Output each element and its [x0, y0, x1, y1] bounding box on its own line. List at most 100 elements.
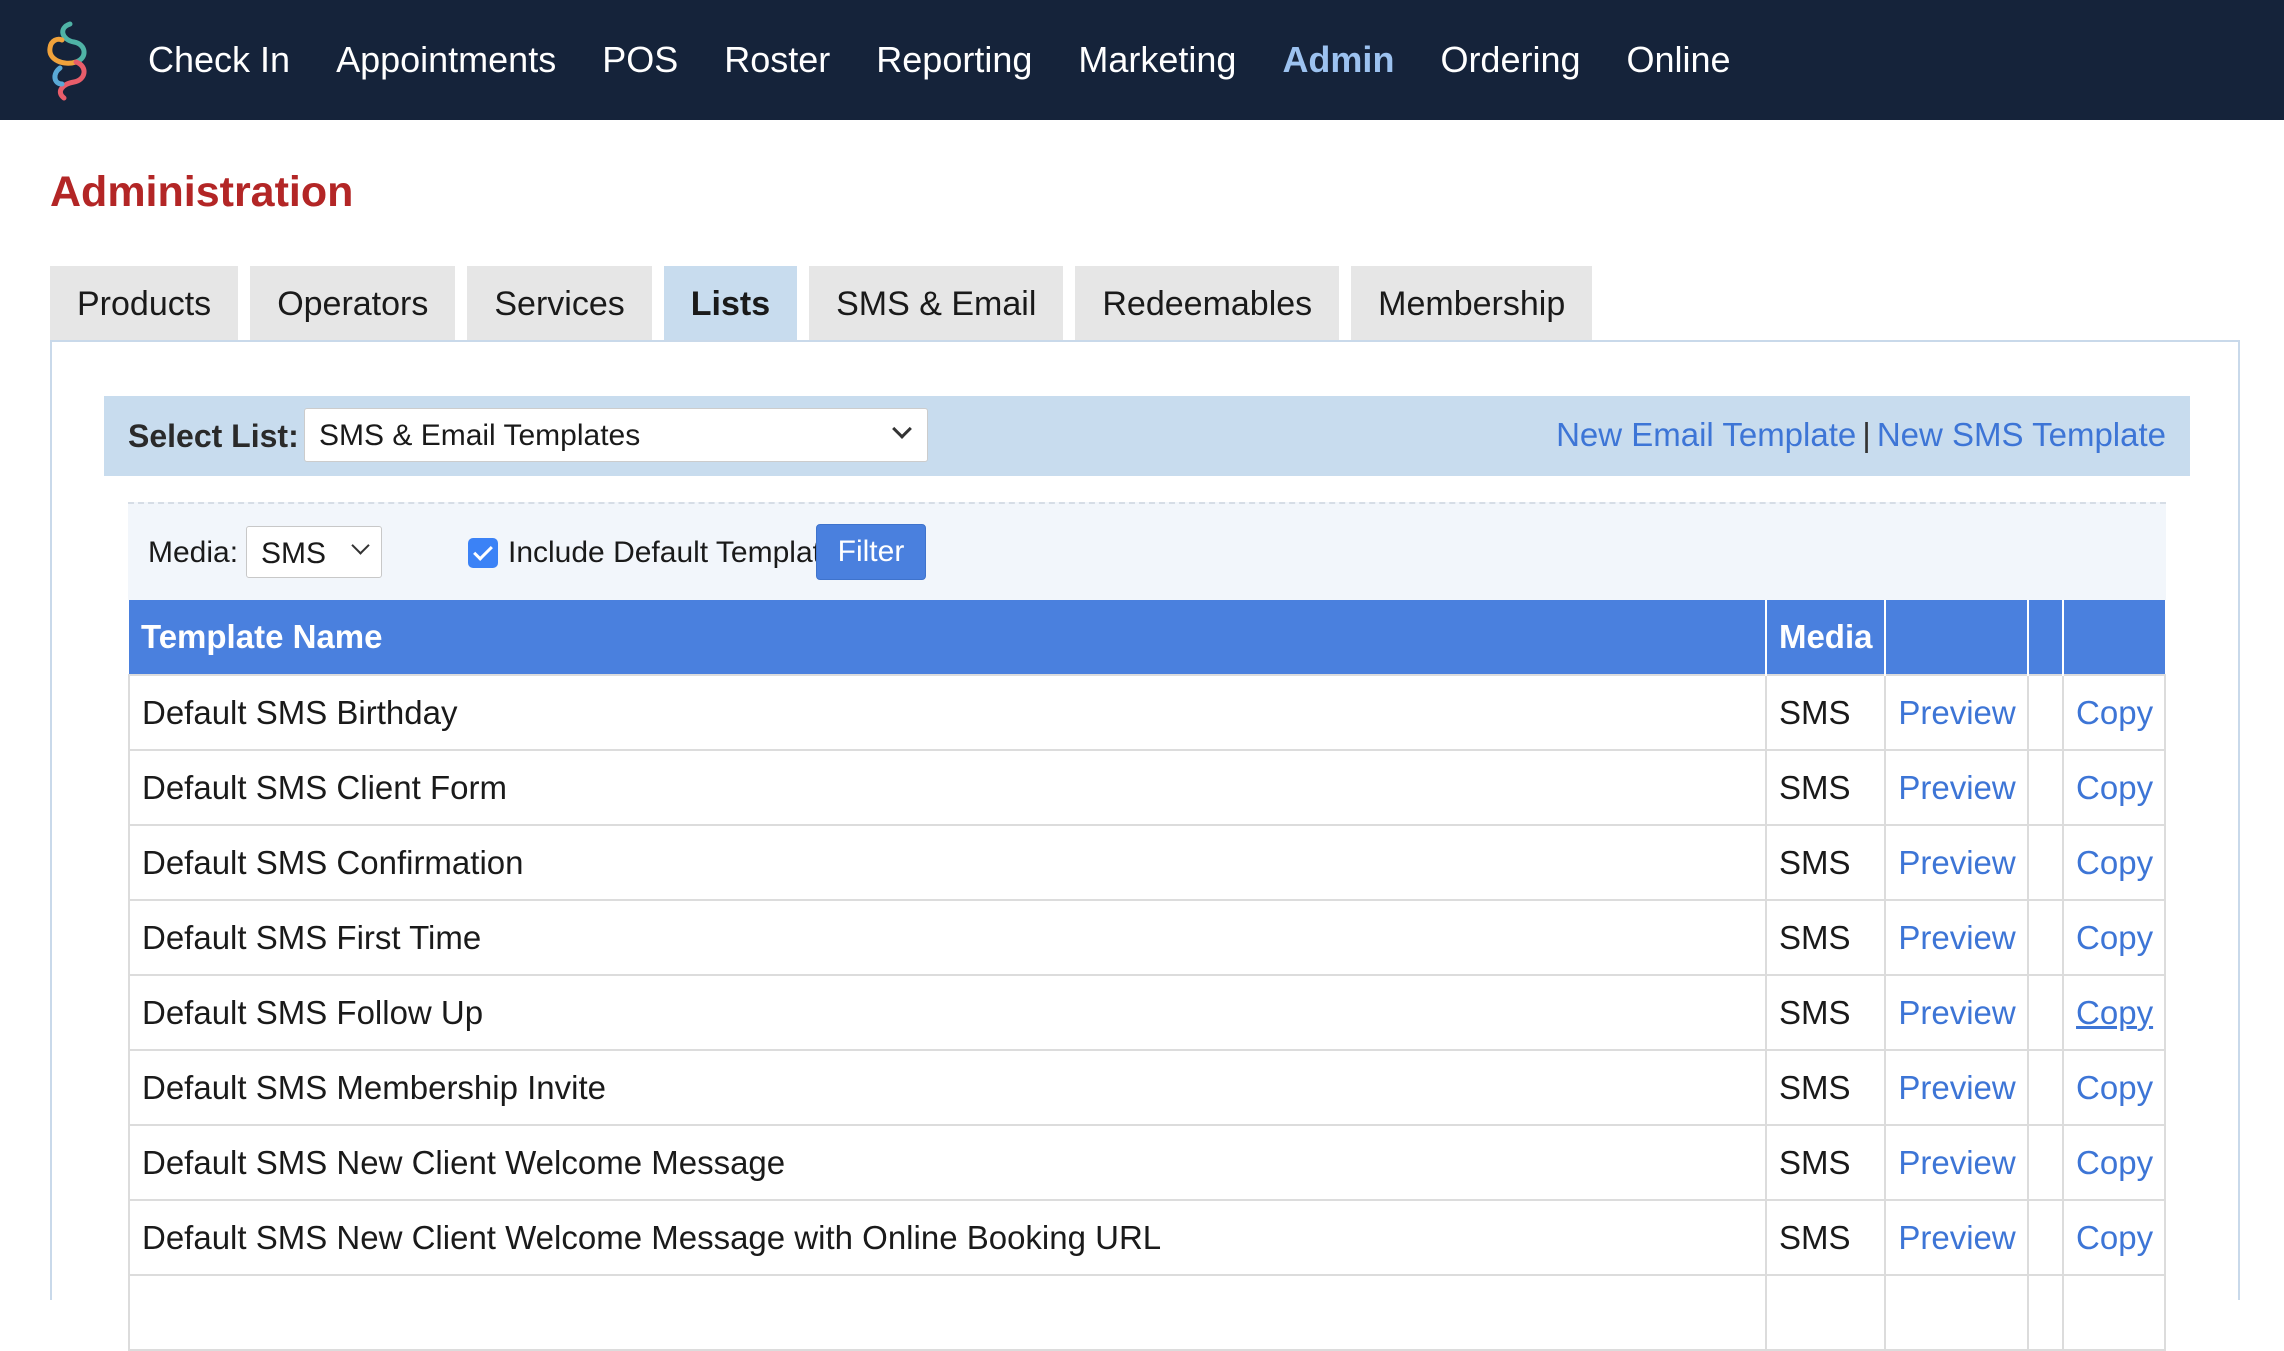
preview-link[interactable]: Preview	[1884, 674, 2030, 751]
preview-link[interactable]: Preview	[1884, 974, 2030, 1051]
copy-link-text[interactable]: Copy	[2076, 769, 2153, 806]
preview-link[interactable]: Preview	[1884, 1049, 2030, 1126]
spacer-cell	[2027, 824, 2065, 901]
media-cell-text: SMS	[1778, 768, 1851, 806]
templates-table: Template Name Media Default SMS Birthday…	[128, 600, 2166, 1351]
tab-operators[interactable]: Operators	[250, 266, 456, 342]
lists-panel: Select List: SMS & Email Templates New E…	[50, 340, 2240, 1351]
preview-link[interactable]: Preview	[1884, 749, 2030, 826]
preview-link-text[interactable]: Preview	[1898, 1069, 2015, 1106]
template-name-cell	[128, 1274, 1767, 1351]
template-name-cell: Default SMS New Client Welcome Message w…	[128, 1199, 1767, 1276]
nav-item-ordering[interactable]: Ordering	[1417, 39, 1603, 81]
nav-item-roster[interactable]: Roster	[701, 39, 853, 81]
spacer-cell	[2027, 1274, 2065, 1351]
media-cell-text: SMS	[1778, 993, 1851, 1031]
spacer-cell	[2027, 899, 2065, 976]
preview-link[interactable]: Preview	[1884, 824, 2030, 901]
new-email-template-link[interactable]: New Email Template	[1556, 416, 1856, 453]
spacer-cell	[2027, 974, 2065, 1051]
template-name-cell: Default SMS First Time	[128, 899, 1767, 976]
copy-link[interactable]: Copy	[2062, 749, 2166, 826]
filter-bar: Media: SMS Include Default Templates Fil…	[128, 502, 2166, 600]
copy-link[interactable]	[2062, 1274, 2166, 1351]
select-list-value: SMS & Email Templates	[319, 419, 641, 452]
table-row: Default SMS New Client Welcome Message SM…	[128, 1124, 2166, 1201]
copy-link[interactable]: Copy	[2062, 974, 2166, 1051]
media-cell: SMS	[1764, 674, 1887, 751]
tab-services[interactable]: Services	[467, 266, 652, 342]
tab-lists[interactable]: Lists	[663, 266, 798, 342]
copy-link[interactable]: Copy	[2062, 824, 2166, 901]
new-sms-template-link[interactable]: New SMS Template	[1877, 416, 2166, 453]
copy-link-text[interactable]: Copy	[2076, 994, 2153, 1031]
media-cell: SMS	[1764, 899, 1887, 976]
nav-item-appointments[interactable]: Appointments	[313, 39, 579, 81]
preview-link[interactable]	[1884, 1274, 2030, 1351]
table-row: Default SMS Birthday SMS Preview Copy	[128, 674, 2166, 751]
nav-item-reporting[interactable]: Reporting	[853, 39, 1055, 81]
copy-link-text[interactable]: Copy	[2076, 1144, 2153, 1181]
chevron-down-icon	[892, 419, 912, 439]
copy-link[interactable]: Copy	[2062, 1199, 2166, 1276]
swirl-logo-icon[interactable]	[40, 18, 106, 102]
preview-link-text[interactable]: Preview	[1898, 844, 2015, 881]
template-name-cell: Default SMS New Client Welcome Message	[128, 1124, 1767, 1201]
preview-link[interactable]: Preview	[1884, 1124, 2030, 1201]
media-cell-text: SMS	[1778, 693, 1851, 731]
template-name-cell: Default SMS Membership Invite	[128, 1049, 1767, 1126]
preview-link-text[interactable]: Preview	[1898, 1219, 2015, 1256]
preview-link-text[interactable]: Preview	[1898, 919, 2015, 956]
copy-link[interactable]: Copy	[2062, 674, 2166, 751]
select-list-bar: Select List: SMS & Email Templates New E…	[104, 396, 2190, 476]
preview-link-text[interactable]: Preview	[1898, 994, 2015, 1031]
link-separator: |	[1862, 416, 1871, 453]
new-template-links: New Email Template | New SMS Template	[1556, 416, 2166, 454]
table-row: Default SMS Client Form SMS Preview Copy	[128, 749, 2166, 826]
nav-item-marketing[interactable]: Marketing	[1055, 39, 1259, 81]
column-header-template-name[interactable]: Template Name	[129, 600, 1767, 675]
copy-link-text[interactable]: Copy	[2076, 1069, 2153, 1106]
preview-link[interactable]: Preview	[1884, 1199, 2030, 1276]
table-row: Default SMS Confirmation SMS Preview Copy	[128, 824, 2166, 901]
include-default-templates-label[interactable]: Include Default Templates	[508, 536, 853, 570]
table-row: Default SMS Follow Up SMS Preview Copy	[128, 974, 2166, 1051]
nav-item-check-in[interactable]: Check In	[148, 39, 313, 81]
column-header-media[interactable]: Media	[1765, 600, 1887, 675]
copy-link-text[interactable]: Copy	[2076, 919, 2153, 956]
copy-link-text[interactable]: Copy	[2076, 844, 2153, 881]
spacer-cell	[2027, 1049, 2065, 1126]
copy-link[interactable]: Copy	[2062, 1124, 2166, 1201]
spacer-cell	[2027, 749, 2065, 826]
tab-membership[interactable]: Membership	[1351, 266, 1593, 342]
preview-link[interactable]: Preview	[1884, 899, 2030, 976]
table-row	[128, 1274, 2166, 1351]
preview-link-text[interactable]: Preview	[1898, 694, 2015, 731]
template-name-cell-text: Default SMS Client Form	[142, 768, 507, 806]
media-cell-text: SMS	[1778, 1218, 1851, 1256]
nav-item-pos[interactable]: POS	[579, 39, 701, 81]
tab-redeemables[interactable]: Redeemables	[1075, 266, 1340, 342]
copy-link[interactable]: Copy	[2062, 899, 2166, 976]
copy-link-text[interactable]: Copy	[2076, 694, 2153, 731]
preview-link-text[interactable]: Preview	[1898, 769, 2015, 806]
filter-button[interactable]: Filter	[816, 524, 926, 580]
copy-link[interactable]: Copy	[2062, 1049, 2166, 1126]
copy-link-text[interactable]: Copy	[2076, 1219, 2153, 1256]
preview-link-text[interactable]: Preview	[1898, 1144, 2015, 1181]
select-list-label: Select List:	[128, 418, 299, 454]
tab-sms-email[interactable]: SMS & Email	[809, 266, 1064, 342]
template-name-cell-text: Default SMS New Client Welcome Message w…	[142, 1218, 1162, 1256]
template-name-cell: Default SMS Follow Up	[128, 974, 1767, 1051]
column-header-spacer	[2028, 600, 2065, 675]
template-name-cell: Default SMS Confirmation	[128, 824, 1767, 901]
media-select-value: SMS	[261, 537, 327, 570]
nav-item-admin[interactable]: Admin	[1259, 39, 1417, 81]
tab-products[interactable]: Products	[50, 266, 239, 342]
include-default-templates-checkbox[interactable]	[468, 538, 498, 568]
select-list-dropdown[interactable]: SMS & Email Templates	[304, 408, 928, 462]
media-select[interactable]: SMS	[246, 526, 382, 578]
nav-item-online[interactable]: Online	[1604, 39, 1754, 81]
media-cell: SMS	[1764, 749, 1887, 826]
spacer-cell	[2027, 674, 2065, 751]
